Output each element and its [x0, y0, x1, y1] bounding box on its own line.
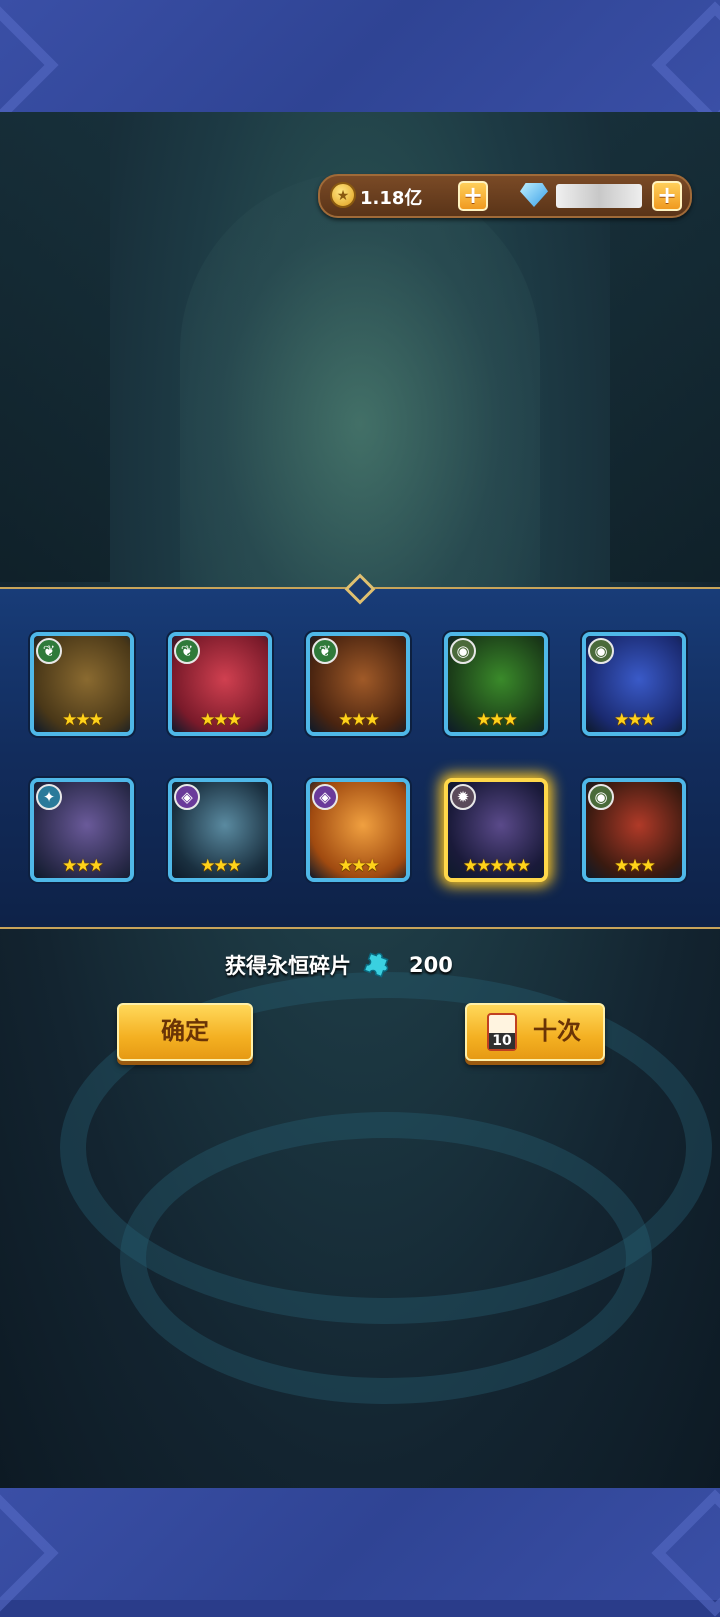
- star-rating: ★★★: [476, 710, 518, 730]
- confirm-button[interactable]: 确定: [117, 1003, 253, 1061]
- undead-element-icon: ✦: [36, 784, 62, 810]
- hero-card[interactable]: ✦ ★★★: [30, 778, 134, 882]
- summon-ten-label: 十次: [533, 1017, 581, 1045]
- gem-icon: [520, 183, 548, 207]
- chevron-decoration: [0, 1489, 59, 1617]
- hero-card[interactable]: ✹ ★★★★★: [444, 778, 548, 882]
- star-rating: ★★★: [614, 856, 656, 876]
- add-gold-button[interactable]: +: [458, 181, 488, 211]
- star-rating: ★★★: [338, 710, 380, 730]
- abyss-element-icon: ◉: [588, 638, 614, 664]
- hero-card[interactable]: ❦ ★★★: [30, 632, 134, 736]
- hero-card[interactable]: ◈ ★★★: [168, 778, 272, 882]
- nature-element-icon: ❦: [312, 638, 338, 664]
- gem-amount-redacted: [556, 184, 642, 208]
- puzzle-piece-icon: [361, 950, 391, 980]
- left-pillar: [0, 112, 110, 582]
- hero-card[interactable]: ◉ ★★★: [582, 778, 686, 882]
- star-rating: ★★★★★: [462, 856, 531, 876]
- star-rating: ★★★: [62, 856, 104, 876]
- nature-element-icon: ❦: [36, 638, 62, 664]
- stone-archway: [180, 172, 540, 592]
- hero-card[interactable]: ◉ ★★★: [444, 632, 548, 736]
- chevron-decoration: [0, 1, 59, 129]
- hero-card[interactable]: ◉ ★★★: [582, 632, 686, 736]
- summon-ticket-icon: 10: [487, 1013, 517, 1051]
- abyss-element-icon: ◉: [588, 784, 614, 810]
- reward-label: 获得永恒碎片: [225, 954, 351, 978]
- hero-card[interactable]: ◈ ★★★: [306, 778, 410, 882]
- top-frame-band: [0, 0, 720, 129]
- chaos-element-icon: ✹: [450, 784, 476, 810]
- reward-summary: 获得永恒碎片 200: [225, 948, 453, 982]
- star-rating: ★★★: [62, 710, 104, 730]
- star-rating: ★★★: [200, 710, 242, 730]
- hero-card[interactable]: ❦ ★★★: [306, 632, 410, 736]
- star-rating: ★★★: [200, 856, 242, 876]
- confirm-label: 确定: [161, 1017, 209, 1045]
- ticket-count: 10: [489, 1033, 515, 1049]
- hero-card[interactable]: ❦ ★★★: [168, 632, 272, 736]
- gold-amount: 1.18亿: [360, 188, 423, 209]
- add-gem-button[interactable]: +: [652, 181, 682, 211]
- star-rating: ★★★: [614, 710, 656, 730]
- abyss-element-icon: ◉: [450, 638, 476, 664]
- summon-ten-button[interactable]: 10 十次: [465, 1003, 605, 1061]
- reward-amount: 200: [409, 953, 453, 977]
- star-rating: ★★★: [338, 856, 380, 876]
- dark-element-icon: ◈: [174, 784, 200, 810]
- chevron-decoration: [651, 1489, 720, 1617]
- nature-element-icon: ❦: [174, 638, 200, 664]
- currency-bar: ★ 1.18亿 + +: [318, 174, 692, 218]
- chevron-decoration: [651, 1, 720, 129]
- bottom-frame-band: [0, 1488, 720, 1617]
- floor-circle-pattern: [120, 1112, 652, 1404]
- dark-element-icon: ◈: [312, 784, 338, 810]
- coin-icon: ★: [330, 182, 356, 208]
